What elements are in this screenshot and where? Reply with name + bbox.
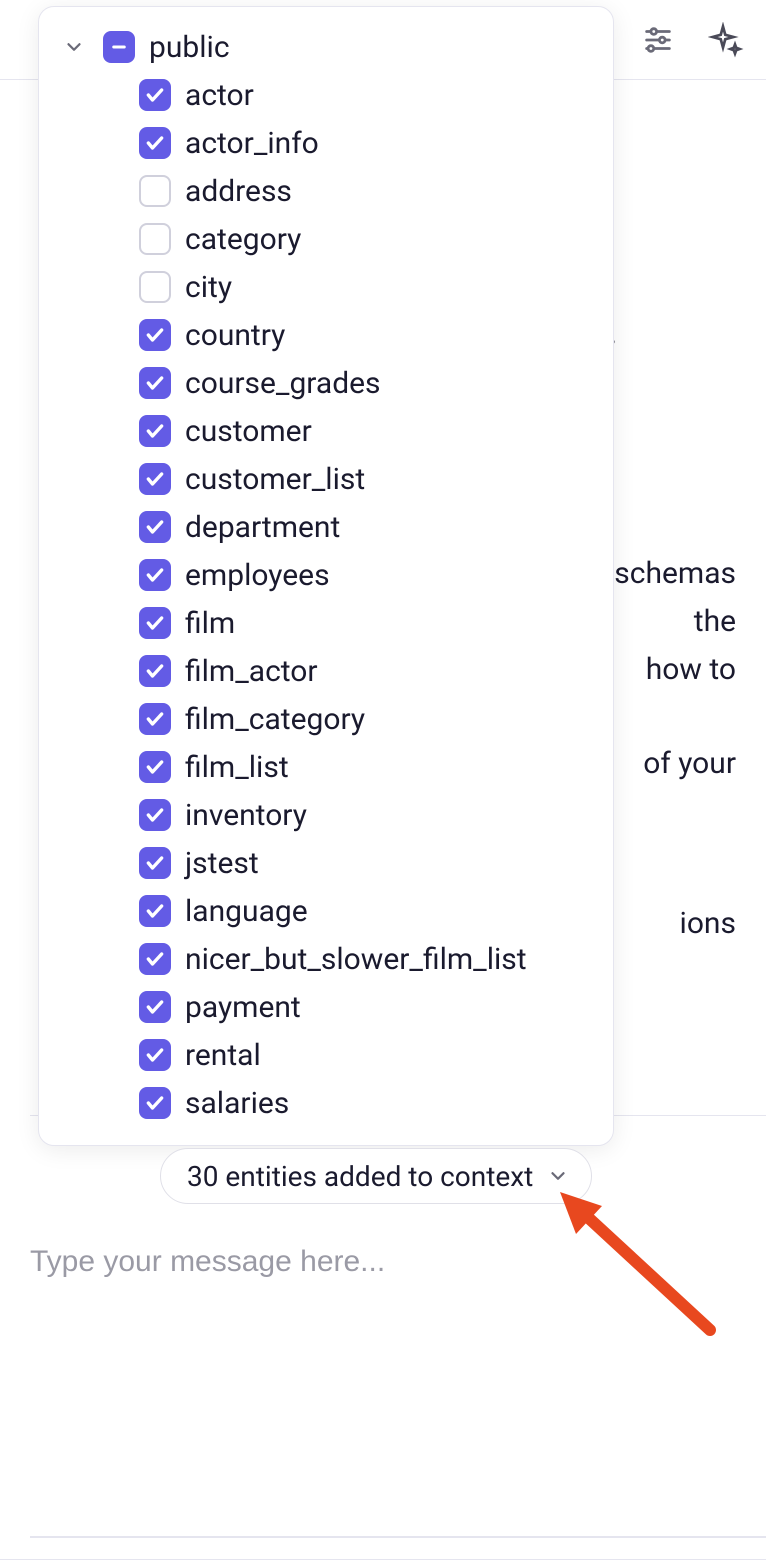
tree-root-row[interactable]: public [39,23,613,71]
tree-item-row[interactable]: course_grades [39,359,613,407]
checkbox-checked[interactable] [139,751,171,783]
tree-item-row[interactable]: film [39,599,613,647]
checkbox-checked[interactable] [139,367,171,399]
checkbox-checked[interactable] [139,511,171,543]
tree-item-row[interactable]: actor [39,71,613,119]
tree-item-row[interactable]: payment [39,983,613,1031]
tree-item-row[interactable]: film_category [39,695,613,743]
checkbox-unchecked[interactable] [139,271,171,303]
tree-item-label: category [185,222,301,257]
chevron-down-icon [547,1165,569,1187]
tree-item-row[interactable]: category [39,215,613,263]
tree-item-row[interactable]: rental [39,1031,613,1079]
tree-item-row[interactable]: nicer_but_slower_film_list [39,935,613,983]
tree-item-label: payment [185,990,301,1025]
checkbox-checked[interactable] [139,655,171,687]
tree-item-row[interactable]: actor_info [39,119,613,167]
tree-item-label: inventory [185,798,307,833]
tree-item-row[interactable]: film_actor [39,647,613,695]
tree-item-label: address [185,174,292,209]
tree-item-label: customer [185,414,312,449]
divider [30,1536,766,1538]
message-input[interactable] [30,1245,736,1279]
checkbox-checked[interactable] [139,895,171,927]
tree-item-label: course_grades [185,366,381,401]
tree-item-label: salaries [185,1086,289,1121]
tree-item-label: nicer_but_slower_film_list [185,942,527,977]
message-input-area[interactable] [0,1215,766,1560]
checkbox-checked[interactable] [139,847,171,879]
tree-item-label: rental [185,1038,261,1073]
tree-item-row[interactable]: employees [39,551,613,599]
checkbox-checked[interactable] [139,703,171,735]
tree-item-row[interactable]: city [39,263,613,311]
checkbox-checked[interactable] [139,943,171,975]
checkbox-checked[interactable] [139,559,171,591]
checkbox-checked[interactable] [139,127,171,159]
tree-item-row[interactable]: film_list [39,743,613,791]
tree-item-label: customer_list [185,462,365,497]
tree-item-row[interactable]: inventory [39,791,613,839]
settings-sliders-icon[interactable] [638,20,678,60]
checkbox-checked[interactable] [139,463,171,495]
tree-item-label: actor_info [185,126,319,161]
checkbox-unchecked[interactable] [139,175,171,207]
tree-item-row[interactable]: customer_list [39,455,613,503]
checkbox-checked[interactable] [139,991,171,1023]
checkbox-unchecked[interactable] [139,223,171,255]
sparkle-icon[interactable] [706,20,746,60]
tree-item-label: city [185,270,232,305]
tree-item-row[interactable]: department [39,503,613,551]
tree-item-label: film_category [185,702,365,737]
tree-root-label: public [149,30,230,65]
checkbox-checked[interactable] [139,1087,171,1119]
tree-item-row[interactable]: jstest [39,839,613,887]
tree-item-row[interactable]: country [39,311,613,359]
tree-item-label: film [185,606,235,641]
tree-item-row[interactable]: language [39,887,613,935]
tree-item-row[interactable]: customer [39,407,613,455]
context-entities-pill[interactable]: 30 entities added to context [160,1148,592,1204]
tree-item-row[interactable]: address [39,167,613,215]
tree-item-label: employees [185,558,330,593]
tree-item-label: film_list [185,750,289,785]
tree-item-label: actor [185,78,254,113]
checkbox-checked[interactable] [139,799,171,831]
checkbox-checked[interactable] [139,1039,171,1071]
checkbox-checked[interactable] [139,607,171,639]
tree-item-label: jstest [185,846,259,881]
chevron-down-icon[interactable] [59,32,89,62]
context-pill-label: 30 entities added to context [187,1160,533,1193]
checkbox-checked[interactable] [139,319,171,351]
tree-item-label: language [185,894,308,929]
checkbox-checked[interactable] [139,79,171,111]
checkbox-checked[interactable] [139,415,171,447]
checkbox-indeterminate[interactable] [103,31,135,63]
tree-item-row[interactable]: salaries [39,1079,613,1127]
schema-tree-popup: public actor actor_infoaddress category cit… [38,6,614,1146]
tree-item-label: country [185,318,285,353]
tree-item-label: department [185,510,340,545]
tree-item-label: film_actor [185,654,318,689]
